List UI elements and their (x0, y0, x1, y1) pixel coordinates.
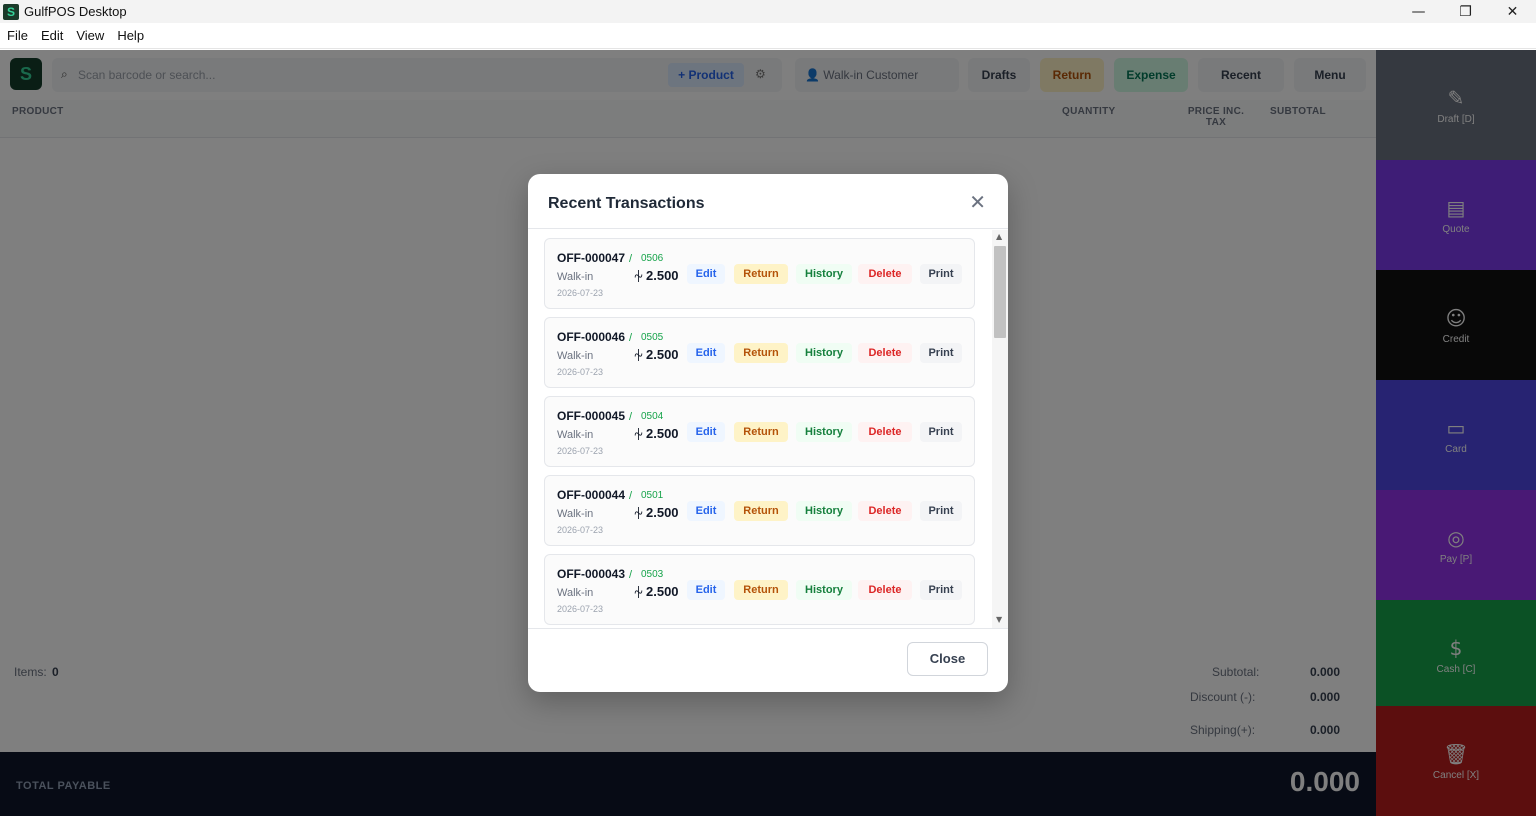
ref-separator: / (629, 490, 633, 502)
transaction-ref: 0504 (641, 411, 664, 422)
close-window-button[interactable]: ✕ (1489, 0, 1536, 23)
currency-icon: ⏆ (633, 271, 644, 283)
ref-separator: / (629, 253, 633, 265)
transaction-id: OFF-000043 (557, 567, 626, 581)
transaction-customer: Walk-in (557, 508, 594, 520)
recent-transactions-modal: Recent Transactions ✕ OFF-000047 / 0506 … (528, 174, 1008, 692)
edit-button[interactable]: Edit (687, 501, 725, 521)
amount-value: 2.500 (646, 268, 679, 283)
menu-edit[interactable]: Edit (35, 28, 69, 43)
window-controls: — ❐ ✕ (1395, 0, 1536, 23)
transaction-id: OFF-000045 (557, 409, 626, 423)
amount-value: 2.500 (646, 505, 679, 520)
return-button[interactable]: Return (734, 264, 788, 284)
transaction-amount: ⏆ 2.500 (633, 584, 679, 600)
print-button[interactable]: Print (920, 343, 962, 363)
transaction-amount: ⏆ 2.500 (633, 268, 679, 284)
minimize-button[interactable]: — (1395, 0, 1442, 23)
transaction-customer: Walk-in (557, 587, 594, 599)
transaction-amount: ⏆ 2.500 (633, 347, 679, 363)
scroll-down-icon[interactable]: ▼ (996, 615, 1002, 624)
history-button[interactable]: History (796, 264, 852, 284)
transaction-id: OFF-000047 (557, 251, 626, 265)
delete-button[interactable]: Delete (858, 422, 912, 442)
transaction-date: 2026-07-23 (557, 446, 604, 456)
transactions-list: OFF-000047 / 0506 Walk-in 2026-07-23 ⏆ 2.… (528, 230, 1008, 629)
menu-help[interactable]: Help (111, 28, 150, 43)
transaction-customer: Walk-in (557, 271, 594, 283)
menu-view[interactable]: View (70, 28, 110, 43)
amount-value: 2.500 (646, 584, 679, 599)
scroll-up-icon[interactable]: ▲ (996, 232, 1002, 241)
transaction-ref: 0503 (641, 569, 664, 580)
transaction-card: OFF-000044 / 0501 Walk-in 2026-07-23 ⏆ 2.… (544, 475, 975, 546)
print-button[interactable]: Print (920, 422, 962, 442)
transaction-ref: 0505 (641, 332, 664, 343)
history-button[interactable]: History (796, 422, 852, 442)
print-button[interactable]: Print (920, 501, 962, 521)
edit-button[interactable]: Edit (687, 343, 725, 363)
return-button[interactable]: Return (734, 501, 788, 521)
transaction-id: OFF-000044 (557, 488, 626, 502)
history-button[interactable]: History (796, 580, 852, 600)
transaction-date: 2026-07-23 (557, 367, 604, 377)
transaction-customer: Walk-in (557, 350, 594, 362)
delete-button[interactable]: Delete (858, 343, 912, 363)
title-bar: S GulfPOS Desktop — ❐ ✕ (0, 0, 1536, 23)
currency-icon: ⏆ (633, 508, 644, 520)
delete-button[interactable]: Delete (858, 264, 912, 284)
currency-icon: ⏆ (633, 587, 644, 599)
ref-separator: / (629, 569, 633, 581)
amount-value: 2.500 (646, 426, 679, 441)
transaction-id: OFF-000046 (557, 330, 626, 344)
transaction-date: 2026-07-23 (557, 288, 604, 298)
return-button[interactable]: Return (734, 422, 788, 442)
delete-button[interactable]: Delete (858, 580, 912, 600)
ref-separator: / (629, 332, 633, 344)
currency-icon: ⏆ (633, 350, 644, 362)
edit-button[interactable]: Edit (687, 422, 725, 442)
menu-file[interactable]: File (1, 28, 34, 43)
transaction-date: 2026-07-23 (557, 525, 604, 535)
modal-header: Recent Transactions ✕ (528, 174, 1008, 229)
menu-bar: File Edit View Help (0, 23, 1536, 49)
close-icon[interactable]: ✕ (969, 192, 986, 212)
transaction-card: OFF-000046 / 0505 Walk-in 2026-07-23 ⏆ 2.… (544, 317, 975, 388)
close-button[interactable]: Close (907, 642, 988, 676)
transaction-card: OFF-000045 / 0504 Walk-in 2026-07-23 ⏆ 2.… (544, 396, 975, 467)
ref-separator: / (629, 411, 633, 423)
scrollbar[interactable]: ▲ ▼ (992, 230, 1008, 628)
amount-value: 2.500 (646, 347, 679, 362)
app-icon: S (3, 3, 19, 20)
transaction-card: OFF-000047 / 0506 Walk-in 2026-07-23 ⏆ 2.… (544, 238, 975, 309)
modal-title: Recent Transactions (548, 195, 705, 212)
transaction-customer: Walk-in (557, 429, 594, 441)
return-button[interactable]: Return (734, 580, 788, 600)
scroll-thumb[interactable] (994, 246, 1006, 338)
maximize-button[interactable]: ❐ (1442, 0, 1489, 23)
currency-icon: ⏆ (633, 429, 644, 441)
print-button[interactable]: Print (920, 580, 962, 600)
window-title: GulfPOS Desktop (24, 4, 127, 19)
history-button[interactable]: History (796, 343, 852, 363)
print-button[interactable]: Print (920, 264, 962, 284)
transaction-card: OFF-000043 / 0503 Walk-in 2026-07-23 ⏆ 2.… (544, 554, 975, 625)
transaction-amount: ⏆ 2.500 (633, 426, 679, 442)
transaction-amount: ⏆ 2.500 (633, 505, 679, 521)
history-button[interactable]: History (796, 501, 852, 521)
transaction-date: 2026-07-23 (557, 604, 604, 614)
return-button[interactable]: Return (734, 343, 788, 363)
delete-button[interactable]: Delete (858, 501, 912, 521)
edit-button[interactable]: Edit (687, 264, 725, 284)
transaction-ref: 0506 (641, 253, 664, 264)
transaction-ref: 0501 (641, 490, 664, 501)
edit-button[interactable]: Edit (687, 580, 725, 600)
